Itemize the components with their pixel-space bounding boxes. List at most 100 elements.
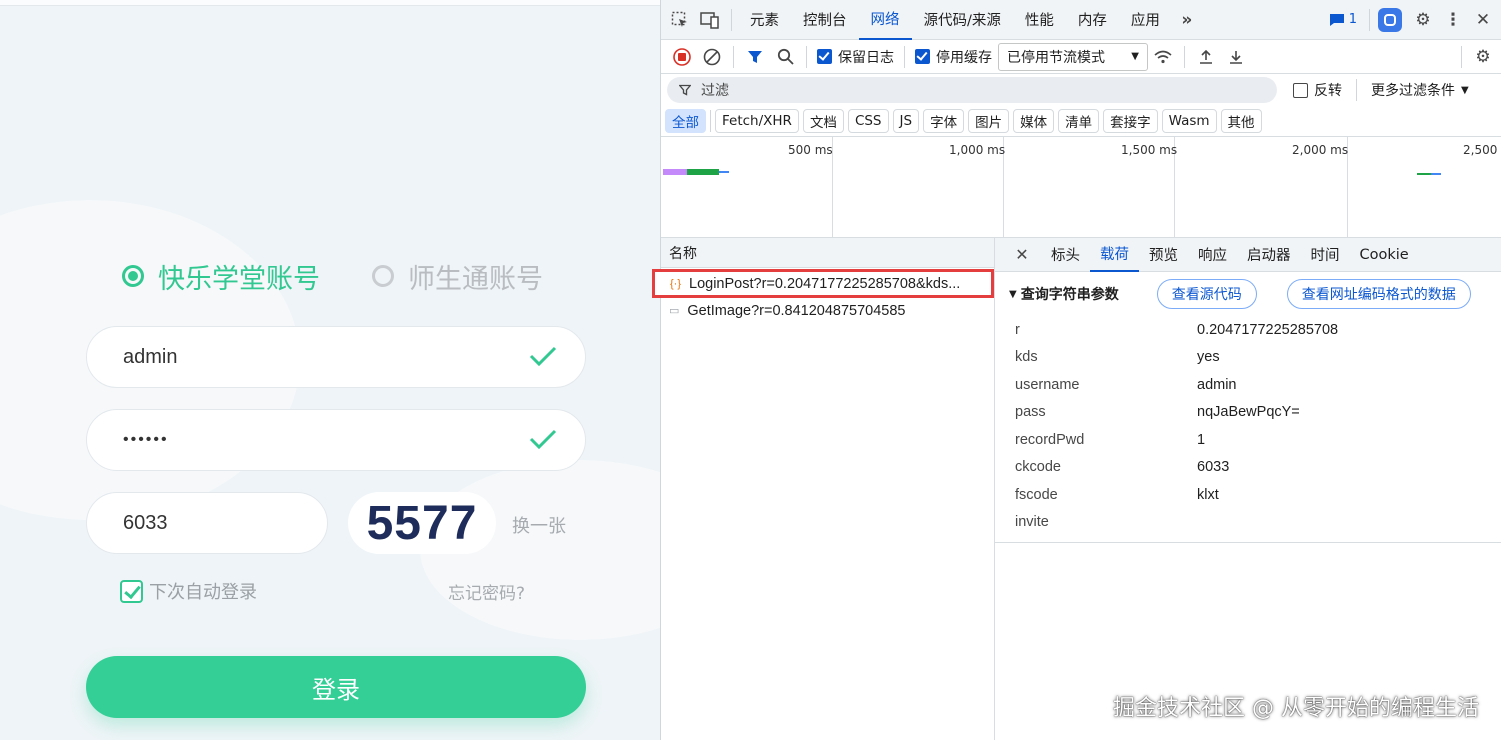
forgot-password-link[interactable]: 忘记密码? (448, 579, 525, 604)
type-filter-doc[interactable]: 文档 (802, 109, 844, 133)
xhr-icon: {·} (670, 277, 682, 290)
timeline-label: 1,500 ms (1121, 143, 1178, 157)
chevron-down-icon: ▼ (1461, 84, 1469, 96)
type-filter-all[interactable]: 全部 (665, 109, 706, 133)
chevron-down-icon: ▼ (1131, 51, 1139, 62)
disable-cache-checkbox[interactable]: 停用缓存 (915, 47, 992, 67)
ai-assistant-icon[interactable] (1378, 7, 1402, 32)
captcha-image-text: 5577 (366, 496, 478, 550)
export-har-icon[interactable] (1221, 42, 1251, 72)
filter-bar: 过滤 反转 更多过滤条件 ▼ (661, 74, 1501, 106)
resource-type-filter: 全部 Fetch/XHR 文档 CSS JS 字体 图片 媒体 清单 套接字 W… (661, 106, 1501, 136)
request-row-getimage[interactable]: ▭ GetImage?r=0.841204875704585 (661, 297, 994, 324)
tab-sources[interactable]: 源代码/来源 (912, 0, 1013, 40)
disable-cache-label: 停用缓存 (936, 49, 992, 66)
type-filter-font[interactable]: 字体 (923, 109, 965, 133)
record-stop-icon[interactable] (667, 42, 697, 72)
top-strip (0, 0, 660, 6)
type-filter-wasm[interactable]: Wasm (1161, 109, 1217, 133)
remember-me-checkbox[interactable]: 下次自动登录 (120, 578, 257, 604)
radio-account-teacher-student[interactable]: 师生通账号 (372, 256, 543, 296)
radio-account-happy-school[interactable]: 快乐学堂账号 (122, 256, 320, 296)
tab-timing[interactable]: 时间 (1301, 238, 1350, 272)
request-detail-pane: ✕ 标头 载荷 预览 响应 启动器 时间 Cookie ▼ 查询字符串参数 查看… (995, 238, 1501, 740)
param-key: ckcode (1015, 459, 1061, 476)
password-value: •••••• (123, 431, 169, 448)
divider (731, 8, 732, 31)
filter-icon[interactable] (740, 42, 770, 72)
more-filters-dropdown[interactable]: 更多过滤条件 ▼ (1371, 80, 1469, 100)
param-row: fscode klxt (995, 481, 1501, 509)
type-filter-other[interactable]: 其他 (1220, 109, 1262, 133)
invert-label: 反转 (1314, 83, 1342, 99)
invert-checkbox[interactable]: 反转 (1293, 80, 1342, 100)
request-row-loginpost[interactable]: {·} LoginPost?r=0.2047177225285708&kds..… (652, 269, 994, 298)
search-icon[interactable] (770, 42, 800, 72)
login-button[interactable]: 登录 (86, 656, 586, 718)
tab-cookies[interactable]: Cookie (1350, 238, 1419, 272)
username-input[interactable]: admin (86, 326, 586, 388)
more-options-icon[interactable]: ⋮ (1438, 5, 1468, 35)
network-conditions-icon[interactable] (1148, 42, 1178, 72)
close-icon[interactable]: ✕ (1468, 5, 1498, 35)
more-tabs-icon[interactable]: » (1172, 5, 1202, 35)
captcha-input[interactable]: 6033 (86, 492, 328, 554)
preserve-log-label: 保留日志 (838, 49, 894, 66)
filter-input[interactable]: 过滤 (667, 77, 1277, 103)
param-value: klxt (1197, 486, 1219, 503)
tab-response[interactable]: 响应 (1188, 238, 1237, 272)
captcha-image[interactable]: 5577 (348, 492, 496, 554)
checkbox-unchecked-icon (1293, 82, 1308, 98)
close-icon[interactable]: ✕ (1007, 240, 1037, 270)
preserve-log-checkbox[interactable]: 保留日志 (817, 47, 894, 67)
query-params-header[interactable]: ▼ 查询字符串参数 查看源代码 查看网址编码格式的数据 (995, 272, 1501, 316)
query-params-section: ▼ 查询字符串参数 查看源代码 查看网址编码格式的数据 r 0.204717722… (995, 272, 1501, 543)
param-key: kds (1015, 349, 1038, 366)
type-filter-css[interactable]: CSS (847, 109, 889, 133)
login-panel: 快乐学堂账号 师生通账号 admin •••••• 6033 5577 换一张 … (0, 0, 660, 740)
refresh-captcha-link[interactable]: 换一张 (512, 512, 566, 538)
clear-icon[interactable] (697, 42, 727, 72)
tab-console[interactable]: 控制台 (791, 0, 859, 40)
type-filter-js[interactable]: JS (892, 109, 920, 133)
remember-me-label: 下次自动登录 (149, 582, 257, 603)
param-row: ckcode 6033 (995, 454, 1501, 482)
tab-initiator[interactable]: 启动器 (1237, 238, 1301, 272)
timeline-bar (1417, 173, 1431, 175)
type-filter-media[interactable]: 媒体 (1013, 109, 1055, 133)
timeline-label: 1,000 ms (949, 143, 1006, 157)
tab-preview[interactable]: 预览 (1139, 238, 1188, 272)
checkbox-checked-icon (915, 49, 930, 64)
type-filter-fetch-xhr[interactable]: Fetch/XHR (715, 109, 799, 133)
throttling-select[interactable]: 已停用节流模式 ▼ (998, 42, 1148, 71)
tab-headers[interactable]: 标头 (1041, 238, 1090, 272)
detail-tab-bar: ✕ 标头 载荷 预览 响应 启动器 时间 Cookie (995, 238, 1501, 272)
param-value: nqJaBewPqcY= (1197, 404, 1300, 421)
type-filter-ws[interactable]: 套接字 (1103, 109, 1158, 133)
tab-application[interactable]: 应用 (1119, 0, 1172, 40)
import-har-icon[interactable] (1191, 42, 1221, 72)
request-list: 名称 {·} LoginPost?r=0.2047177225285708&kd… (652, 238, 995, 740)
view-url-encoded-button[interactable]: 查看网址编码格式的数据 (1286, 279, 1471, 309)
tab-elements[interactable]: 元素 (738, 0, 791, 40)
watermark-text: 掘金技术社区 @ 从零开始的编程生活 (1113, 696, 1479, 721)
name-column-header[interactable]: 名称 (661, 238, 994, 268)
issues-counter[interactable]: 1 (1329, 12, 1357, 27)
view-source-button[interactable]: 查看源代码 (1156, 279, 1257, 309)
type-filter-img[interactable]: 图片 (968, 109, 1010, 133)
settings-gear-icon[interactable]: ⚙ (1408, 5, 1438, 35)
timeline-label: 2,500 (1463, 143, 1498, 157)
tab-payload[interactable]: 载荷 (1090, 238, 1139, 272)
tab-network[interactable]: 网络 (858, 0, 912, 40)
type-filter-manifest[interactable]: 清单 (1058, 109, 1100, 133)
network-settings-gear-icon[interactable]: ⚙ (1468, 42, 1498, 72)
check-icon (529, 429, 557, 450)
inspect-element-icon[interactable] (665, 5, 695, 35)
timeline-overview[interactable]: 500 ms 1,000 ms 1,500 ms 2,000 ms 2,500 (661, 136, 1501, 238)
device-toolbar-icon[interactable] (695, 5, 725, 35)
tab-performance[interactable]: 性能 (1013, 0, 1066, 40)
password-input[interactable]: •••••• (86, 409, 586, 471)
param-key: pass (1015, 404, 1046, 421)
tab-memory[interactable]: 内存 (1066, 0, 1119, 40)
radio-unchecked-icon (372, 265, 394, 287)
